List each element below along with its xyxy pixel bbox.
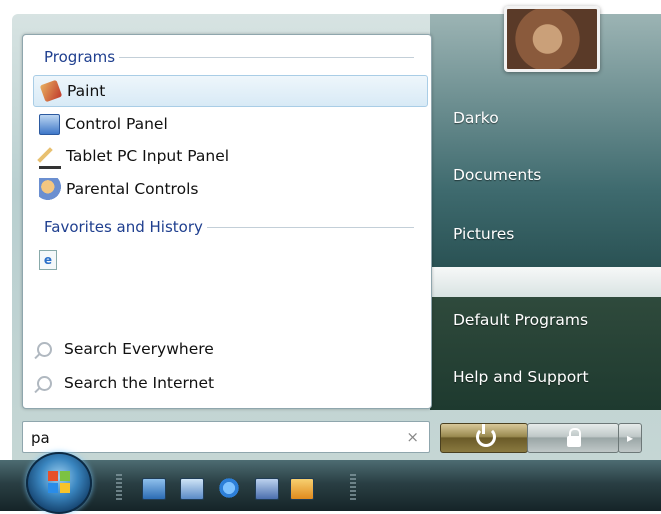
switch-windows-icon[interactable]: [180, 478, 204, 500]
lock-icon-body: [567, 436, 581, 447]
help-and-support-link[interactable]: Help and Support: [453, 368, 589, 386]
documents-link[interactable]: Documents: [453, 166, 541, 184]
start-search-input[interactable]: [29, 427, 393, 449]
start-search-box[interactable]: ×: [22, 421, 430, 453]
program-item-parental-controls[interactable]: Parental Controls: [33, 174, 426, 204]
tablet-pc-input-panel-icon: [39, 144, 61, 169]
heading-divider: [119, 56, 414, 58]
search-internet-link[interactable]: Search the Internet: [35, 370, 214, 396]
media-player-icon[interactable]: [290, 478, 314, 500]
default-programs-link[interactable]: Default Programs: [453, 311, 588, 329]
internet-explorer-icon[interactable]: [218, 478, 240, 498]
lock-button[interactable]: [527, 423, 619, 453]
program-label: Paint: [67, 82, 106, 100]
taskbar: [0, 460, 661, 511]
windows-logo-icon: [48, 471, 70, 493]
internet-explorer-icon: e: [39, 250, 57, 270]
search-internet-label: Search the Internet: [64, 374, 215, 392]
shutdown-options-button[interactable]: ▸: [618, 423, 642, 453]
program-item-paint[interactable]: Paint: [33, 75, 428, 107]
right-pane-separator: [430, 267, 661, 297]
programs-heading-label: Programs: [44, 48, 116, 66]
user-folder-link[interactable]: Darko: [453, 109, 499, 127]
program-label: Tablet PC Input Panel: [66, 147, 230, 165]
user-avatar[interactable]: [504, 6, 600, 72]
favorites-heading-label: Favorites and History: [44, 218, 203, 236]
search-everywhere-label: Search Everywhere: [64, 340, 214, 358]
pictures-link[interactable]: Pictures: [453, 225, 514, 243]
taskbar-grip[interactable]: [350, 474, 356, 500]
start-button[interactable]: [26, 452, 92, 514]
program-label: Parental Controls: [66, 180, 199, 198]
parental-controls-icon: [39, 178, 61, 200]
control-panel-icon: [39, 113, 60, 135]
favorites-heading: Favorites and History: [44, 217, 414, 237]
taskbar-grip[interactable]: [116, 474, 122, 500]
programs-heading: Programs: [44, 47, 414, 67]
program-item-tablet-pc-input-panel[interactable]: Tablet PC Input Panel: [33, 141, 426, 171]
windows-media-center-icon[interactable]: [255, 478, 279, 500]
search-icon: [37, 341, 52, 357]
program-label: Control Panel: [65, 115, 168, 133]
program-item-control-panel[interactable]: Control Panel: [33, 109, 426, 139]
clear-search-icon[interactable]: ×: [406, 428, 419, 446]
search-icon: [37, 375, 52, 391]
left-pane: Programs Paint Control Panel Tablet PC I…: [22, 34, 432, 409]
search-everywhere-link[interactable]: Search Everywhere: [35, 336, 214, 362]
power-button[interactable]: [440, 423, 528, 453]
show-desktop-icon[interactable]: [142, 478, 166, 500]
paint-icon: [39, 79, 63, 103]
favorites-item[interactable]: e: [33, 245, 426, 275]
heading-divider: [206, 226, 414, 228]
power-icon: [476, 424, 496, 447]
